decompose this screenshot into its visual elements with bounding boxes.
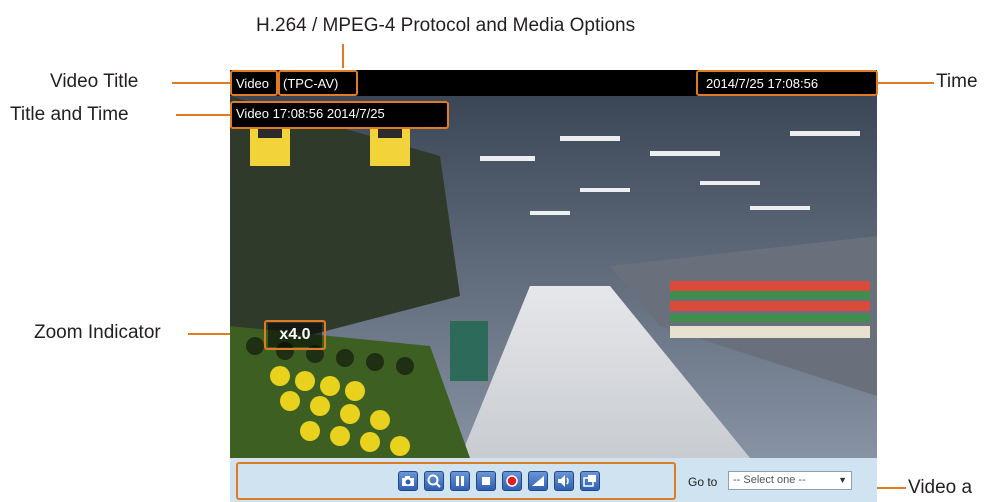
goto-select[interactable]: -- Select one -- ▼ [728, 471, 852, 490]
title-time-callout-label: Title and Time [10, 104, 129, 125]
protocol-callout-label: H.264 / MPEG-4 Protocol and Media Option… [256, 15, 636, 36]
title-time-highlight [230, 101, 449, 129]
video-title-leader [172, 82, 230, 84]
goto-select-value: -- Select one -- [733, 474, 806, 486]
live-video-view[interactable] [230, 96, 877, 458]
controls-highlight [236, 462, 676, 500]
protocol-leader-h [342, 58, 344, 68]
time-highlight [696, 70, 878, 96]
video-title-highlight [230, 70, 278, 96]
video-title-callout-label: Video Title [50, 71, 139, 92]
protocol-highlight [278, 70, 358, 96]
title-time-leader [176, 114, 232, 116]
time-leader [878, 82, 934, 84]
zoom-callout-label: Zoom Indicator [34, 322, 161, 343]
controls-callout-label: Video a [908, 477, 973, 498]
video-image [230, 96, 877, 458]
zoom-highlight [264, 320, 326, 350]
goto-label: Go to [688, 475, 718, 489]
chevron-down-icon: ▼ [838, 475, 847, 485]
time-callout-label: Time [936, 71, 978, 92]
